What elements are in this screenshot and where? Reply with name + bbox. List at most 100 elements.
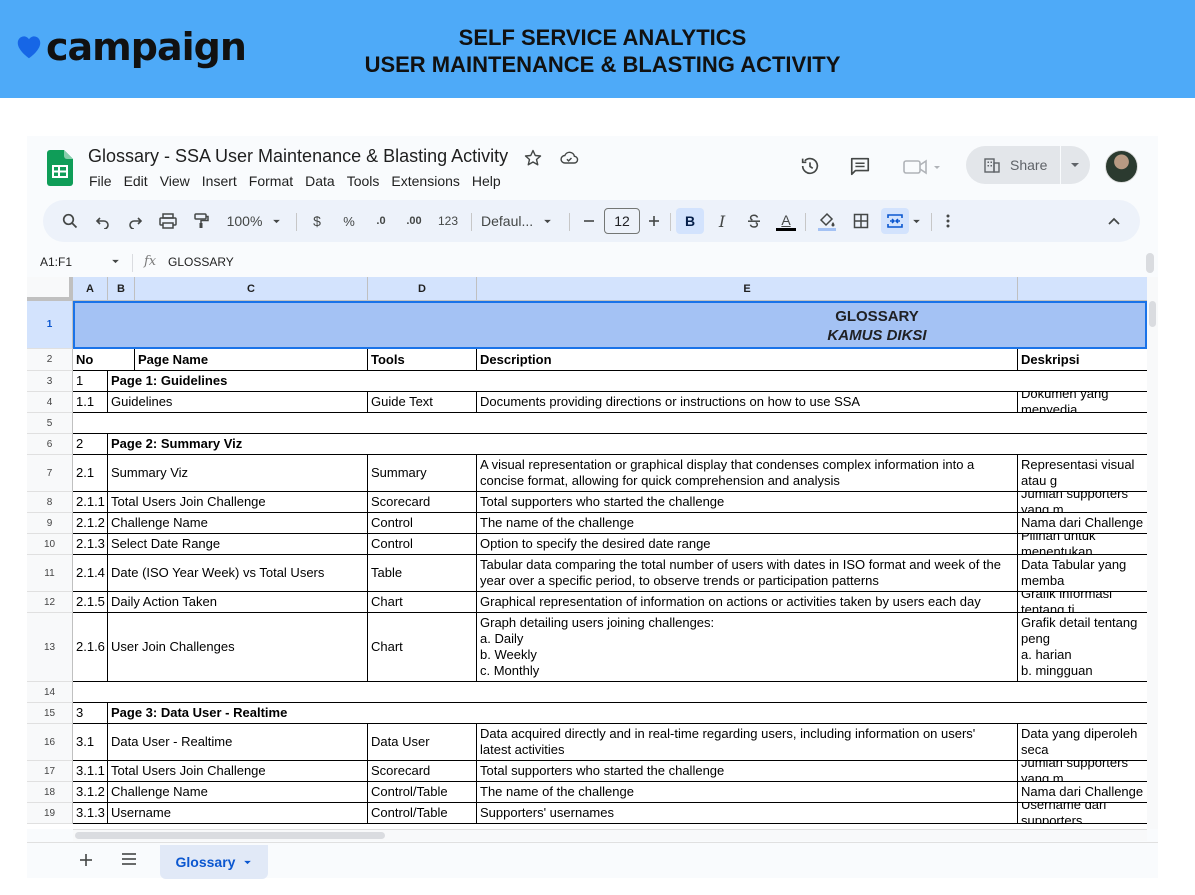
more-options-button[interactable]	[937, 208, 959, 234]
item-tools[interactable]: Chart	[368, 613, 477, 682]
menu-format[interactable]: Format	[243, 173, 299, 189]
horizontal-scrollbar[interactable]	[73, 829, 1147, 841]
merge-cells-button[interactable]	[881, 208, 909, 234]
fill-color-button[interactable]	[814, 208, 840, 234]
glossary-header-cell[interactable]: GLOSSARY KAMUS DIKSI	[73, 301, 1147, 349]
section-title[interactable]: Page 1: Guidelines	[108, 371, 1147, 392]
item-number[interactable]: 2.1.4	[73, 555, 108, 592]
decrease-decimal-button[interactable]: .0	[368, 208, 394, 234]
header-no[interactable]: No	[73, 349, 135, 371]
item-deskripsi[interactable]: Username dari supporters	[1018, 803, 1147, 824]
item-number[interactable]: 3.1.3	[73, 803, 108, 824]
merge-options-dropdown[interactable]	[909, 208, 923, 234]
cloud-saved-icon[interactable]	[559, 148, 579, 168]
section-number[interactable]: 1	[73, 371, 108, 392]
item-deskripsi[interactable]: Dokumen yang menyedia	[1018, 392, 1147, 413]
item-number[interactable]: 2.1.3	[73, 534, 108, 555]
increase-font-size-button[interactable]	[644, 208, 664, 234]
row-header[interactable]: 9	[27, 513, 73, 534]
italic-button[interactable]: I	[709, 208, 735, 234]
row-header[interactable]: 10	[27, 534, 73, 555]
document-title[interactable]: Glossary - SSA User Maintenance & Blasti…	[88, 146, 508, 167]
item-deskripsi[interactable]: Jumlah supporters yang m	[1018, 761, 1147, 782]
horizontal-scroll-thumb[interactable]	[75, 832, 385, 839]
row-header[interactable]: 18	[27, 782, 73, 803]
column-header-b[interactable]: B	[108, 277, 135, 301]
font-size-input[interactable]: 12	[604, 208, 640, 234]
item-description[interactable]: The name of the challenge	[477, 513, 1018, 534]
empty-row[interactable]	[73, 413, 1147, 434]
share-dropdown[interactable]	[1061, 162, 1089, 168]
item-deskripsi[interactable]: Nama dari Challenge	[1018, 782, 1147, 803]
comments-icon[interactable]	[849, 155, 871, 177]
item-deskripsi[interactable]: Grafik detail tentang peng a. harian b. mi…	[1018, 613, 1147, 682]
item-description[interactable]: Total supporters who started the challen…	[477, 761, 1018, 782]
item-deskripsi[interactable]: Representasi visual atau gformat ringkas…	[1018, 455, 1147, 492]
item-description[interactable]: Supporters' usernames	[477, 803, 1018, 824]
row-header[interactable]: 1	[27, 301, 73, 349]
section-title[interactable]: Page 2: Summary Viz	[108, 434, 1147, 455]
item-deskripsi[interactable]: Pilihan untuk menentukan	[1018, 534, 1147, 555]
column-header-c[interactable]: C	[135, 277, 368, 301]
menu-data[interactable]: Data	[299, 173, 341, 189]
header-deskripsi[interactable]: Deskripsi	[1018, 349, 1147, 371]
item-number[interactable]: 2.1.6	[73, 613, 108, 682]
add-sheet-button[interactable]	[79, 851, 93, 872]
strikethrough-button[interactable]	[741, 208, 767, 234]
item-description[interactable]: Graphical representation of information …	[477, 592, 1018, 613]
item-number[interactable]: 2.1	[73, 455, 108, 492]
item-page-name[interactable]: Date (ISO Year Week) vs Total Users	[108, 555, 368, 592]
item-tools[interactable]: Table	[368, 555, 477, 592]
menu-file[interactable]: File	[89, 173, 118, 189]
item-tools[interactable]: Control/Table	[368, 782, 477, 803]
item-page-name[interactable]: Data User - Realtime	[108, 724, 368, 761]
item-tools[interactable]: Control/Table	[368, 803, 477, 824]
row-header[interactable]: 12	[27, 592, 73, 613]
redo-button[interactable]	[122, 208, 148, 234]
item-deskripsi[interactable]: Grafik informasi tentang ti	[1018, 592, 1147, 613]
item-description[interactable]: Documents providing directions or instru…	[477, 392, 1018, 413]
header-tools[interactable]: Tools	[368, 349, 477, 371]
item-page-name[interactable]: User Join Challenges	[108, 613, 368, 682]
item-page-name[interactable]: Total Users Join Challenge	[108, 492, 368, 513]
select-all-corner[interactable]	[27, 277, 73, 301]
item-tools[interactable]: Summary	[368, 455, 477, 492]
item-page-name[interactable]: Username	[108, 803, 368, 824]
item-page-name[interactable]: Daily Action Taken	[108, 592, 368, 613]
item-deskripsi[interactable]: Jumlah supporters yang m	[1018, 492, 1147, 513]
item-description[interactable]: Graph detailing users joining challenges…	[477, 613, 1018, 682]
item-number[interactable]: 3.1	[73, 724, 108, 761]
row-header[interactable]: 8	[27, 492, 73, 513]
item-description[interactable]: Option to specify the desired date range	[477, 534, 1018, 555]
item-tools[interactable]: Control	[368, 513, 477, 534]
menu-insert[interactable]: Insert	[196, 173, 243, 189]
decrease-font-size-button[interactable]	[579, 208, 599, 234]
search-menus-button[interactable]	[57, 208, 83, 234]
column-header-f[interactable]	[1018, 277, 1147, 301]
item-page-name[interactable]: Total Users Join Challenge	[108, 761, 368, 782]
header-page-name[interactable]: Page Name	[135, 349, 368, 371]
row-header[interactable]: 6	[27, 434, 73, 455]
zoom-select[interactable]: 100%	[221, 208, 287, 234]
item-page-name[interactable]: Guidelines	[108, 392, 368, 413]
empty-row[interactable]	[73, 682, 1147, 703]
menu-view[interactable]: View	[154, 173, 196, 189]
section-number[interactable]: 3	[73, 703, 108, 724]
item-number[interactable]: 2.1.1	[73, 492, 108, 513]
bold-button[interactable]: B	[676, 208, 704, 234]
item-tools[interactable]: Guide Text	[368, 392, 477, 413]
item-number[interactable]: 2.1.2	[73, 513, 108, 534]
menu-extensions[interactable]: Extensions	[385, 173, 465, 189]
formula-input[interactable]: GLOSSARY	[168, 255, 234, 269]
row-header[interactable]: 2	[27, 349, 73, 371]
more-formats-button[interactable]: 123	[434, 208, 462, 234]
avatar[interactable]	[1105, 150, 1138, 183]
currency-format-button[interactable]: $	[306, 208, 328, 234]
undo-button[interactable]	[90, 208, 116, 234]
vertical-scroll-thumb[interactable]	[1149, 301, 1156, 327]
row-header[interactable]: 11	[27, 555, 73, 592]
version-history-icon[interactable]	[799, 155, 821, 177]
name-box[interactable]: A1:F1	[40, 255, 72, 269]
formula-scrollbar[interactable]	[1146, 253, 1154, 273]
meet-video-icon[interactable]	[903, 157, 943, 177]
